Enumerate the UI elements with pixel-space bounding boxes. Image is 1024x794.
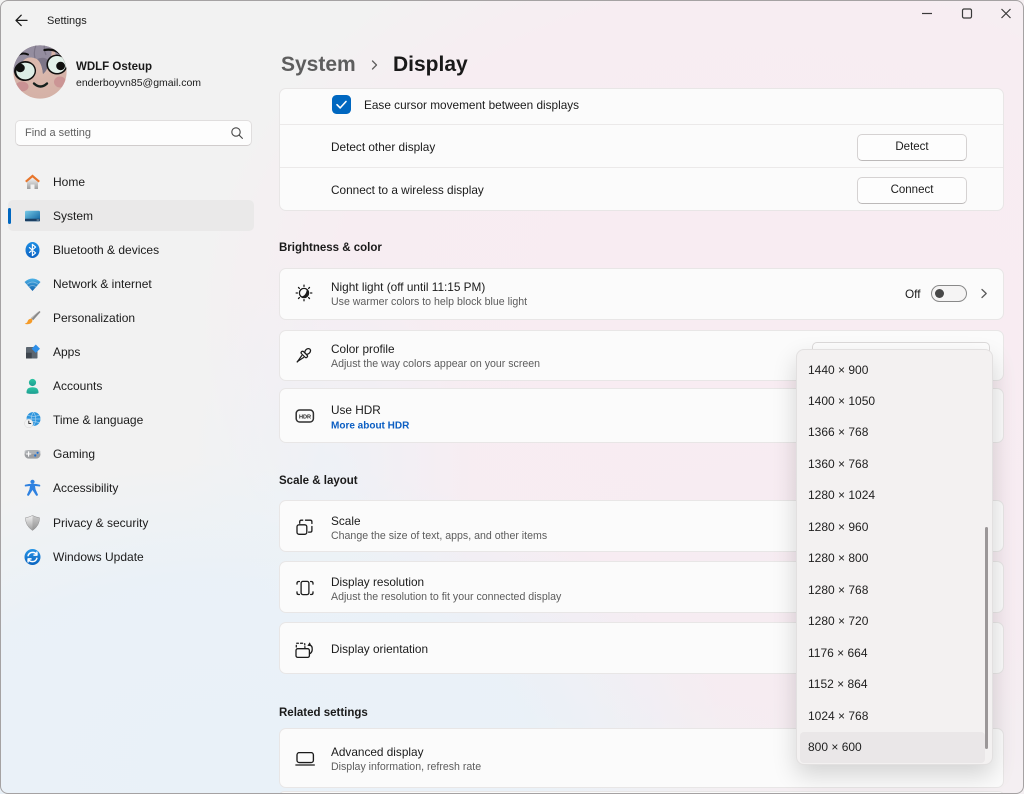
svg-text:HDR: HDR <box>298 414 310 420</box>
